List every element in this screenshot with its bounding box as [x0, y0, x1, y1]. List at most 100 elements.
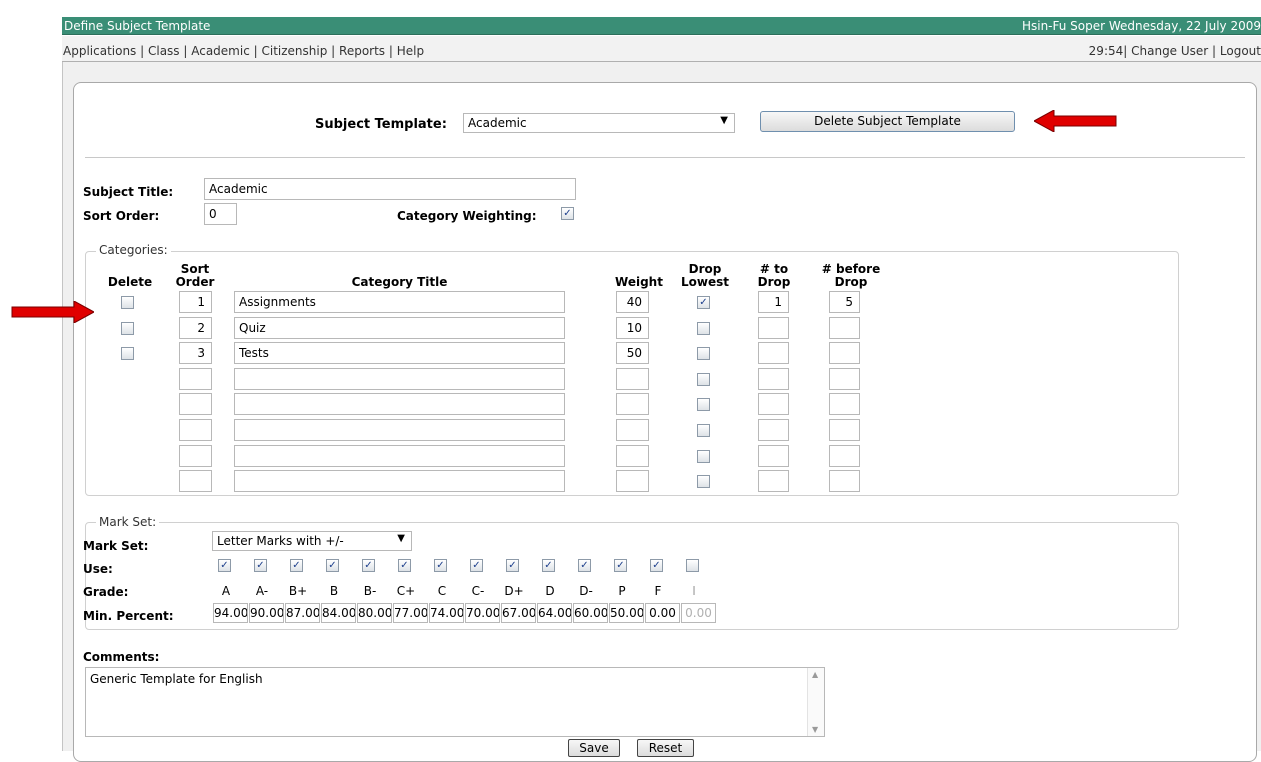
subject-title-input[interactable]: Academic [204, 178, 576, 200]
grade-use-checkbox[interactable]: ✓ [650, 559, 663, 572]
sort-order-input[interactable]: 0 [204, 203, 237, 225]
drop-lowest-checkbox[interactable] [697, 373, 710, 386]
grade-min-percent-input[interactable]: 64.00 [537, 603, 572, 623]
category-weight-input[interactable] [616, 368, 649, 390]
before-drop-input[interactable] [829, 317, 860, 339]
grade-use-checkbox[interactable]: ✓ [362, 559, 375, 572]
menu-applications[interactable]: Applications [63, 44, 136, 58]
category-weight-input[interactable] [616, 419, 649, 441]
grade-use-checkbox[interactable]: ✓ [290, 559, 303, 572]
scroll-up-icon[interactable]: ▲ [812, 670, 818, 679]
menu-help[interactable]: Help [397, 44, 424, 58]
grade-use-checkbox[interactable]: ✓ [578, 559, 591, 572]
comments-scrollbar[interactable]: ▲ ▼ [807, 668, 824, 736]
menu-citizenship[interactable]: Citizenship [261, 44, 327, 58]
category-weight-input[interactable]: 40 [616, 291, 649, 313]
drop-lowest-checkbox[interactable] [697, 450, 710, 463]
category-sort-input[interactable] [179, 445, 212, 467]
subject-template-select[interactable]: Academic ▼ [463, 113, 735, 133]
to-drop-input[interactable] [758, 419, 789, 441]
delete-checkbox[interactable] [121, 347, 134, 360]
category-title-input[interactable]: Tests [234, 342, 565, 364]
to-drop-input[interactable] [758, 317, 789, 339]
mark-set-select[interactable]: Letter Marks with +/- ▼ [212, 531, 412, 551]
category-sort-input[interactable] [179, 470, 212, 492]
before-drop-input[interactable] [829, 419, 860, 441]
category-weight-input[interactable]: 10 [616, 317, 649, 339]
grade-min-percent-input[interactable]: 87.00 [285, 603, 320, 623]
to-drop-input[interactable]: 1 [758, 291, 789, 313]
drop-lowest-checkbox[interactable]: ✓ [697, 296, 710, 309]
grade-min-percent-input[interactable]: 74.00 [429, 603, 464, 623]
grade-use-checkbox[interactable]: ✓ [542, 559, 555, 572]
delete-subject-template-button[interactable]: Delete Subject Template [760, 111, 1015, 132]
reset-button[interactable]: Reset [637, 739, 694, 757]
category-weight-input[interactable]: 50 [616, 342, 649, 364]
before-drop-input[interactable]: 5 [829, 291, 860, 313]
category-title-input[interactable] [234, 445, 565, 467]
category-weight-input[interactable] [616, 445, 649, 467]
save-button[interactable]: Save [568, 739, 620, 757]
grade-use-checkbox[interactable] [686, 559, 699, 572]
category-sort-input[interactable]: 3 [179, 342, 212, 364]
drop-lowest-checkbox[interactable] [697, 475, 710, 488]
category-sort-input[interactable]: 2 [179, 317, 212, 339]
delete-checkbox[interactable] [121, 296, 134, 309]
grade-use-checkbox[interactable]: ✓ [506, 559, 519, 572]
grade-use-checkbox[interactable]: ✓ [614, 559, 627, 572]
grade-min-percent-input[interactable]: 50.00 [609, 603, 644, 623]
category-sort-input[interactable] [179, 419, 212, 441]
menu-reports[interactable]: Reports [339, 44, 385, 58]
drop-lowest-checkbox[interactable] [697, 322, 710, 335]
before-drop-input[interactable] [829, 470, 860, 492]
grade-use-checkbox[interactable]: ✓ [470, 559, 483, 572]
to-drop-input[interactable] [758, 342, 789, 364]
category-weight-input[interactable] [616, 393, 649, 415]
category-weighting-checkbox[interactable]: ✓ [561, 207, 574, 220]
grade-min-percent-input[interactable]: 0.00 [681, 603, 716, 623]
category-sort-input[interactable]: 1 [179, 291, 212, 313]
grade-use-checkbox[interactable]: ✓ [218, 559, 231, 572]
to-drop-input[interactable] [758, 393, 789, 415]
category-title-input[interactable] [234, 393, 565, 415]
category-title-input[interactable]: Quiz [234, 317, 565, 339]
grade-min-percent-input[interactable]: 84.00 [321, 603, 356, 623]
category-sort-input[interactable] [179, 393, 212, 415]
before-drop-input[interactable] [829, 368, 860, 390]
grade-use-checkbox[interactable]: ✓ [398, 559, 411, 572]
delete-checkbox[interactable] [121, 322, 134, 335]
category-title-input[interactable] [234, 470, 565, 492]
comments-textarea[interactable]: Generic Template for English ▲ ▼ [85, 667, 825, 737]
menu-academic[interactable]: Academic [191, 44, 250, 58]
drop-lowest-checkbox[interactable] [697, 424, 710, 437]
grade-min-percent-input[interactable]: 60.00 [573, 603, 608, 623]
drop-lowest-checkbox[interactable] [697, 347, 710, 360]
before-drop-input[interactable] [829, 342, 860, 364]
category-title-input[interactable] [234, 368, 565, 390]
grade-min-percent-input[interactable]: 67.00 [501, 603, 536, 623]
grade-use-checkbox[interactable]: ✓ [326, 559, 339, 572]
grade-min-percent-input[interactable]: 94.00 [213, 603, 248, 623]
category-weight-input[interactable] [616, 470, 649, 492]
change-user-link[interactable]: Change User [1131, 44, 1208, 58]
before-drop-input[interactable] [829, 393, 860, 415]
grade-min-percent-input[interactable]: 90.00 [249, 603, 284, 623]
grade-min-percent-input[interactable]: 77.00 [393, 603, 428, 623]
grade-use-checkbox[interactable]: ✓ [434, 559, 447, 572]
grade-min-percent-input[interactable]: 0.00 [645, 603, 680, 623]
drop-lowest-checkbox[interactable] [697, 398, 710, 411]
category-title-input[interactable]: Assignments [234, 291, 565, 313]
grade-use-checkbox[interactable]: ✓ [254, 559, 267, 572]
scroll-down-icon[interactable]: ▼ [812, 725, 818, 734]
to-drop-input[interactable] [758, 445, 789, 467]
grade-label: Grade: [83, 585, 129, 599]
category-title-input[interactable] [234, 419, 565, 441]
grade-min-percent-input[interactable]: 70.00 [465, 603, 500, 623]
category-sort-input[interactable] [179, 368, 212, 390]
grade-min-percent-input[interactable]: 80.00 [357, 603, 392, 623]
to-drop-input[interactable] [758, 368, 789, 390]
to-drop-input[interactable] [758, 470, 789, 492]
menu-class[interactable]: Class [148, 44, 180, 58]
before-drop-input[interactable] [829, 445, 860, 467]
logout-link[interactable]: Logout [1220, 44, 1261, 58]
